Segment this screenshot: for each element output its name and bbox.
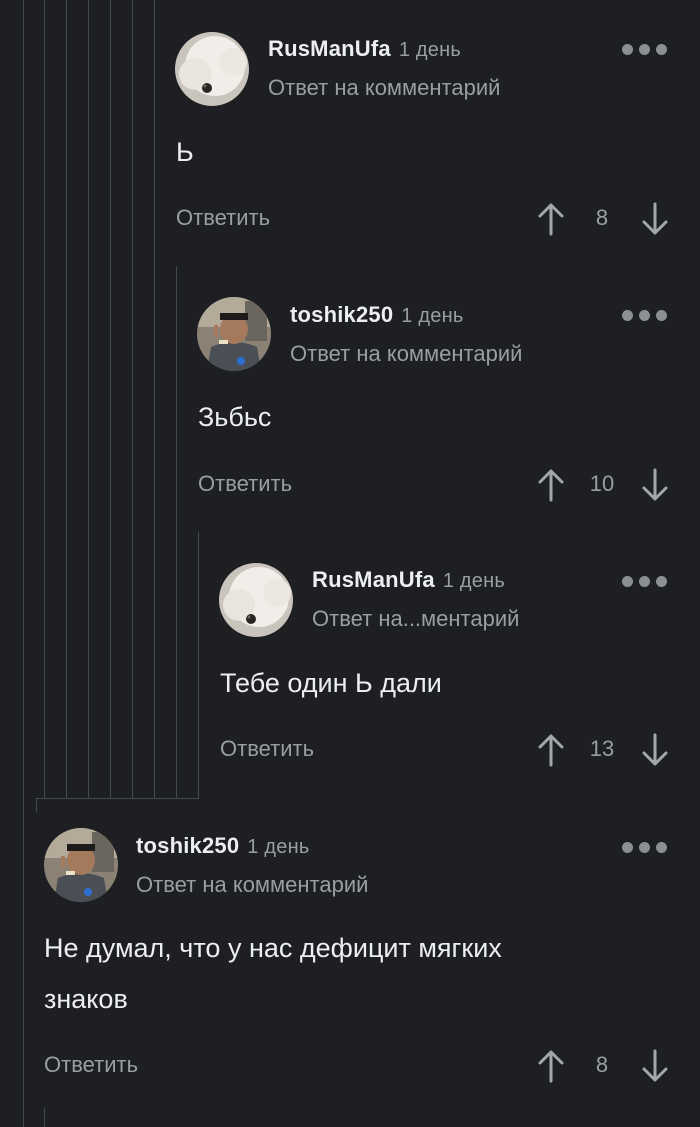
thread-line[interactable] — [44, 1108, 45, 1127]
comment-thread: RusManUfa 1 день Ответ на комментарий Ь О… — [0, 0, 700, 1127]
comment-text-line-1: Не думал, что у нас дефицит мягких — [44, 933, 502, 963]
username[interactable]: toshik250 1 день — [136, 833, 309, 859]
avatar[interactable] — [44, 828, 118, 902]
comment-text-line-2: знаков — [44, 984, 128, 1014]
comment: toshik250 1 день Ответ на комментарий Не … — [0, 0, 700, 1110]
comment-time: 1 день — [247, 836, 310, 858]
more-options-icon[interactable] — [622, 840, 668, 854]
reply-button[interactable]: Ответить — [44, 1052, 138, 1078]
upvote-arrow-icon[interactable] — [537, 1049, 565, 1083]
reply-to-link[interactable]: Ответ на комментарий — [136, 872, 368, 898]
username-text[interactable]: toshik250 — [136, 833, 239, 858]
uniformed-man-avatar-icon — [44, 828, 118, 902]
vote-score: 8 — [595, 1052, 609, 1077]
downvote-arrow-icon[interactable] — [641, 1049, 669, 1083]
